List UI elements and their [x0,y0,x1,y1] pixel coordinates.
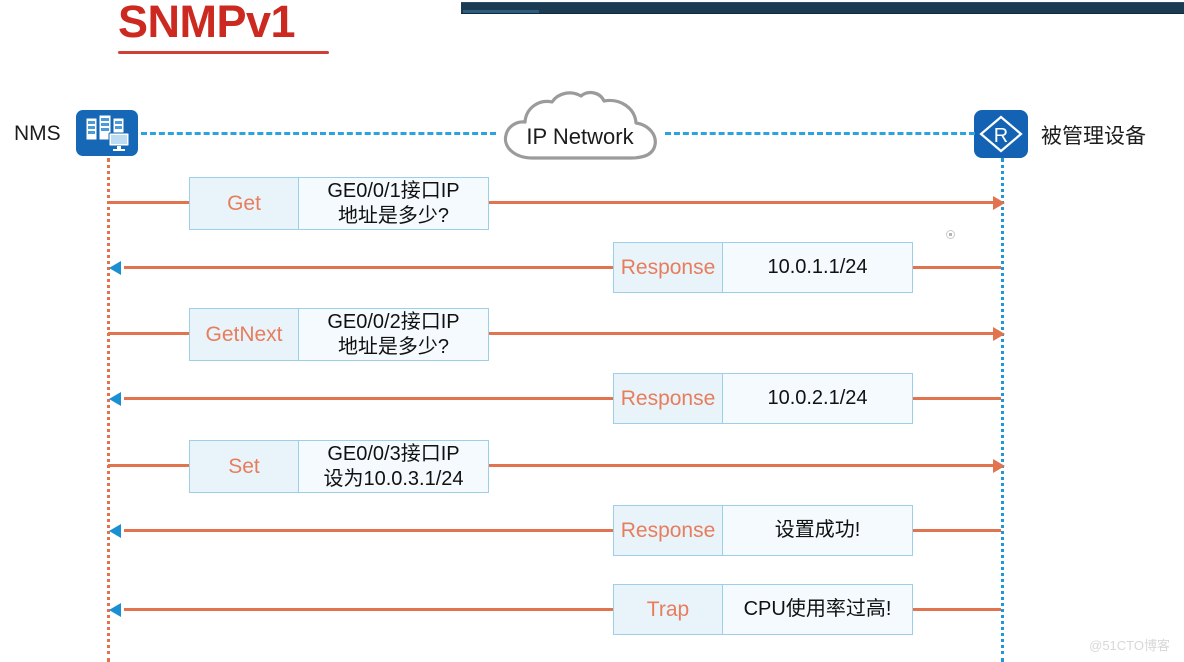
stray-marker-dot [946,230,955,239]
message-body-line: 10.0.1.1/24 [767,256,868,278]
server-rack-icon [76,110,138,156]
message-body-line: 10.0.2.1/24 [767,387,868,409]
network-label: IP Network [526,124,634,149]
watermark: @51CTO博客 [1089,638,1170,653]
page-title: SNMPv1 [118,0,296,47]
message-tag: GetNext [190,309,299,360]
message-box-trap[interactable]: Trap CPU使用率过高! [613,584,913,635]
msg-arrow-2 [993,327,1005,341]
msg-line-6-right [912,608,1001,611]
top-accent-bar-highlight [463,10,539,13]
nms-label: NMS [14,122,61,145]
managed-device-label: 被管理设备 [1041,125,1146,148]
title-underline [118,51,329,54]
msg-line-2-left [108,332,190,335]
msg-line-3-left [124,397,613,400]
message-body: 10.0.1.1/24 [723,243,912,292]
nms-lifeline [107,158,110,662]
message-body-line: 设置成功! [774,519,861,541]
message-tag: Response [614,506,723,555]
msg-line-0-right [488,201,995,204]
message-tag: Response [614,374,723,423]
router-icon: R [974,110,1028,158]
msg-line-1-right [912,266,1001,269]
message-box-response-2[interactable]: Response 10.0.2.1/24 [613,373,913,424]
message-body: 10.0.2.1/24 [723,374,912,423]
message-tag: Get [190,178,299,229]
message-body-line: GE0/0/3接口IP [327,442,460,465]
msg-line-4-left [108,464,190,467]
msg-arrow-5 [109,524,121,538]
message-body: GE0/0/1接口IP 地址是多少? [299,178,488,229]
msg-arrow-0 [993,196,1005,210]
message-body: GE0/0/3接口IP 设为10.0.3.1/24 [299,441,488,492]
message-box-response-3[interactable]: Response 设置成功! [613,505,913,556]
message-box-set[interactable]: Set GE0/0/3接口IP 设为10.0.3.1/24 [189,440,489,493]
message-body-line: GE0/0/2接口IP [327,310,460,333]
msg-arrow-4 [993,459,1005,473]
message-body-line: CPU使用率过高! [743,598,892,620]
msg-line-3-right [912,397,1001,400]
msg-arrow-3 [109,392,121,406]
msg-line-6-left [124,608,613,611]
msg-arrow-1 [109,261,121,275]
message-tag: Set [190,441,299,492]
message-body-line: 地址是多少? [337,204,450,227]
top-accent-bar [461,2,1184,14]
link-cloud-to-device [665,132,975,135]
msg-line-0-left [108,201,190,204]
msg-line-5-left [124,529,613,532]
msg-line-2-right [488,332,995,335]
svg-text:R: R [994,125,1008,147]
device-lifeline [1001,158,1004,662]
message-body: CPU使用率过高! [723,585,912,634]
message-tag: Trap [614,585,723,634]
msg-line-4-right [488,464,995,467]
message-body-line: 地址是多少? [337,335,450,358]
message-box-response-1[interactable]: Response 10.0.1.1/24 [613,242,913,293]
message-body-line: GE0/0/1接口IP [327,179,460,202]
message-body: GE0/0/2接口IP 地址是多少? [299,309,488,360]
msg-line-5-right [912,529,1001,532]
message-box-getnext[interactable]: GetNext GE0/0/2接口IP 地址是多少? [189,308,489,361]
message-box-get[interactable]: Get GE0/0/1接口IP 地址是多少? [189,177,489,230]
link-nms-to-cloud [141,132,496,135]
msg-line-1-left [124,266,613,269]
message-tag: Response [614,243,723,292]
message-body: 设置成功! [723,506,912,555]
msg-arrow-6 [109,603,121,617]
slide-canvas: SNMPv1 NMS R 被管理设备 IP Network Get GE0/0/… [0,0,1184,662]
message-body-line: 设为10.0.3.1/24 [323,467,464,490]
